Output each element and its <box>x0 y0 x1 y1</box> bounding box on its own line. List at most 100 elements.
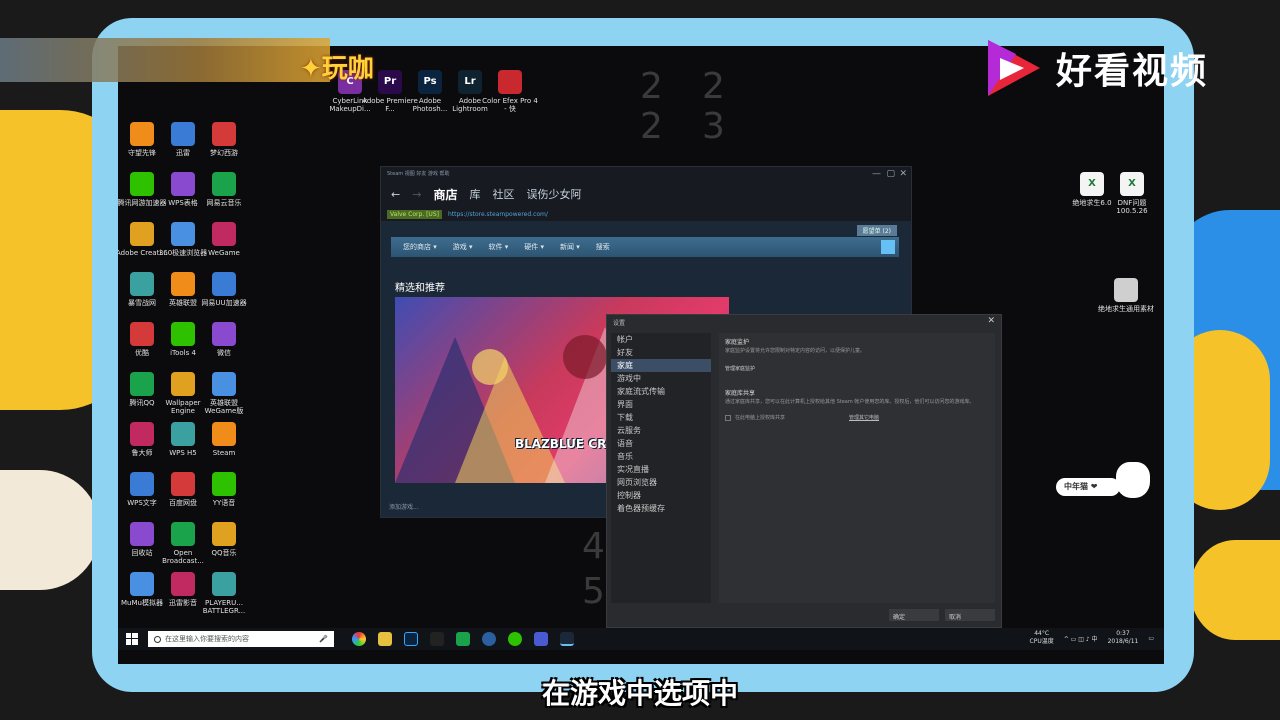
settings-nav-item[interactable]: 界面 <box>611 398 711 411</box>
steam-menu-bar[interactable]: Steam 视图 好友 游戏 帮助 <box>387 170 450 177</box>
notification-icon[interactable]: ▭ <box>1148 635 1154 642</box>
settings-sidebar: 帐户 好友 家庭 游戏中 家庭流式传输 界面 下载 云服务 语音 音乐 实况直播 网页浏览器 控制器 着色… <box>611 333 711 603</box>
tab-library[interactable]: 库 <box>469 186 480 202</box>
authorize-checkbox[interactable] <box>725 414 731 421</box>
desktop-icon-label: WPS表格 <box>168 199 198 207</box>
url-text[interactable]: https://store.steampowered.com/ <box>448 211 548 218</box>
store-menu-item[interactable]: 软件 ▾ <box>489 242 509 252</box>
settings-nav-item[interactable]: 控制器 <box>611 489 711 502</box>
settings-titlebar: 设置 ✕ <box>607 315 1001 329</box>
settings-dialog: 设置 ✕ 帐户 好友 家庭 游戏中 家庭流式传输 界面 下载 云服务 语音 音乐 实况直播 网页浏览器… <box>606 314 1002 628</box>
maximize-icon[interactable]: ▢ <box>886 169 895 179</box>
app-icon[interactable] <box>534 632 548 646</box>
desktop-icon-file[interactable]: X DNF问题 100.5.26 <box>1104 172 1160 215</box>
desktop-icon[interactable]: 网易云音乐 <box>196 172 252 207</box>
tab-user[interactable]: 误伤少女阿 <box>526 186 581 202</box>
settings-nav-item[interactable]: 音乐 <box>611 450 711 463</box>
wishlist-button[interactable]: 愿望单 (2) <box>856 225 897 236</box>
excel-file-icon: X <box>1120 172 1144 196</box>
forward-arrow-icon[interactable]: → <box>412 188 421 201</box>
desktop-icon-label: 回收站 <box>131 549 153 557</box>
app-icon <box>130 472 154 496</box>
app-icon <box>171 172 195 196</box>
back-arrow-icon[interactable]: ← <box>391 188 400 201</box>
settings-nav-item[interactable]: 网页浏览器 <box>611 476 711 489</box>
taskbar-search-input[interactable]: 在这里输入你要搜索的内容 🎤 <box>148 631 334 647</box>
app-icon <box>130 272 154 296</box>
desktop-icon[interactable]: Color Efex Pro 4 - 快 <box>482 70 538 113</box>
cancel-button[interactable]: 取消 <box>945 609 995 621</box>
search-icon <box>154 635 161 643</box>
store-menu-item[interactable]: 游戏 ▾ <box>453 242 473 252</box>
section-title: 家庭监护 <box>725 339 750 346</box>
search-placeholder: 在这里输入你要搜索的内容 <box>165 635 249 643</box>
store-menu-item[interactable]: 硬件 ▾ <box>524 242 544 252</box>
app-icon <box>130 222 154 246</box>
clock[interactable]: 0:37 2018/6/11 <box>1108 630 1139 646</box>
settings-nav-item[interactable]: 语音 <box>611 437 711 450</box>
desktop-icon[interactable]: Steam <box>196 422 252 457</box>
app-icon <box>212 372 236 396</box>
desktop-icon-label: 鲁大师 <box>131 449 153 457</box>
store-menu-item[interactable]: 您的商店 ▾ <box>403 242 437 252</box>
app-icon <box>171 322 195 346</box>
windows-start-icon[interactable] <box>126 633 138 645</box>
app-icon <box>171 122 195 146</box>
ok-button[interactable]: 确定 <box>889 609 939 621</box>
desktop-icon[interactable]: QQ音乐 <box>196 522 252 557</box>
settings-nav-item[interactable]: 云服务 <box>611 424 711 437</box>
desktop-icon[interactable]: 英雄联盟 WeGame版 <box>196 372 252 415</box>
library-share-row: 在此电脑上授权库共享 管理其它电脑 <box>725 414 989 421</box>
manage-family-view-button[interactable]: 管理家庭监护 <box>725 365 989 372</box>
desktop-icon-label: 英雄联盟 WeGame版 <box>204 399 244 415</box>
desktop-icon[interactable]: 网易UU加速器 <box>196 272 252 307</box>
app-icon[interactable] <box>482 632 496 646</box>
desktop-icon[interactable]: WeGame <box>196 222 252 257</box>
desktop-icon-label: 迅雷影音 <box>169 599 197 607</box>
close-icon[interactable]: ✕ <box>899 169 907 179</box>
settings-nav-item[interactable]: 实况直播 <box>611 463 711 476</box>
app-icon: Ps <box>418 70 442 94</box>
desktop-icon[interactable]: 微信 <box>196 322 252 357</box>
desktop-icon-label: 暴雪战网 <box>128 299 156 307</box>
settings-nav-item[interactable]: 家庭流式传输 <box>611 385 711 398</box>
cpu-temp-value: 44°C <box>1034 630 1050 637</box>
cpu-temp-label: CPU温度 <box>1029 638 1054 645</box>
desktop-icon-label: 微信 <box>217 349 231 357</box>
settings-nav-item[interactable]: 游戏中 <box>611 372 711 385</box>
app-icon <box>212 272 236 296</box>
steam-icon[interactable] <box>560 632 574 646</box>
close-icon[interactable]: ✕ <box>987 316 995 326</box>
manage-other-pcs-link[interactable]: 管理其它电脑 <box>849 414 879 421</box>
minimize-icon[interactable]: — <box>872 169 881 179</box>
desktop-icon-label: WPS文字 <box>127 499 157 507</box>
app-icon <box>130 522 154 546</box>
wechat-icon[interactable] <box>508 632 522 646</box>
obs-icon[interactable] <box>430 632 444 646</box>
desktop-icon-folder[interactable]: 绝地求生通用素材 <box>1098 278 1154 313</box>
desktop-icon[interactable]: 梦幻西游 <box>196 122 252 157</box>
tab-community[interactable]: 社区 <box>492 186 514 202</box>
settings-nav-item[interactable]: 着色器预缓存 <box>611 502 711 515</box>
settings-nav-item[interactable]: 下载 <box>611 411 711 424</box>
store-search-input[interactable]: 搜索 <box>596 242 610 252</box>
settings-nav-item[interactable]: 家庭 <box>611 359 711 372</box>
desktop-icon[interactable]: YY语音 <box>196 472 252 507</box>
app-icon <box>171 522 195 546</box>
store-menu-item[interactable]: 新闻 ▾ <box>560 242 580 252</box>
cat-badge: 中年猫 ❤ <box>1056 478 1120 496</box>
desktop-icon[interactable]: PLAYERU... BATTLEGR... <box>196 572 252 615</box>
chrome-icon[interactable] <box>352 632 366 646</box>
desktop-icon-label: 网易UU加速器 <box>201 299 247 307</box>
settings-nav-item[interactable]: 好友 <box>611 346 711 359</box>
add-game-link[interactable]: 添加游戏... <box>389 502 419 511</box>
tray-icons[interactable]: ^ ▭ ◫ ♪ 中 <box>1064 634 1098 643</box>
wps-icon[interactable] <box>456 632 470 646</box>
tab-store[interactable]: 商店 <box>433 186 457 203</box>
photoshop-icon[interactable] <box>404 632 418 646</box>
app-icon <box>171 422 195 446</box>
file-explorer-icon[interactable] <box>378 632 392 646</box>
settings-nav-item[interactable]: 帐户 <box>611 333 711 346</box>
microphone-icon[interactable]: 🎤 <box>319 635 328 643</box>
search-icon[interactable] <box>881 240 895 254</box>
